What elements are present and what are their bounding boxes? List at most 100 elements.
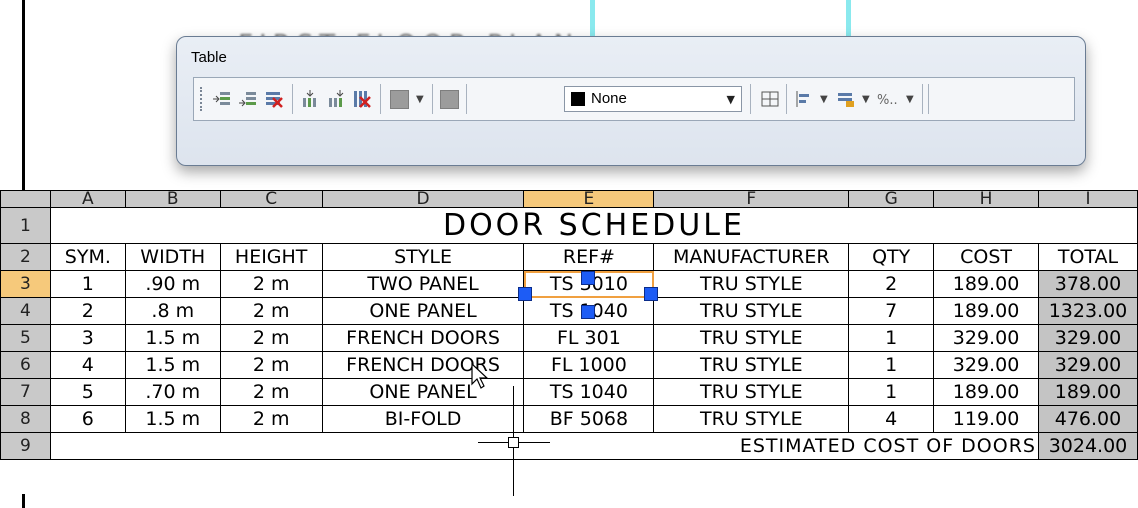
table-toolbar-window[interactable]: Table ▼ None ▼ ▼ ▼ %.. ▼ — [176, 36, 1086, 166]
column-header-e[interactable]: E — [523, 190, 655, 208]
table-title[interactable]: DOOR SCHEDULE — [49, 207, 1138, 244]
table-cell[interactable]: 1 — [848, 378, 935, 406]
table-cell[interactable]: TRU STYLE — [653, 405, 850, 433]
cell-borders-icon[interactable] — [760, 89, 780, 109]
header-cell[interactable]: STYLE — [321, 243, 525, 271]
table-cell[interactable]: TS 1040 — [523, 378, 655, 406]
merge-cells-icon[interactable] — [390, 90, 409, 109]
table-cell[interactable]: 189.00 — [933, 297, 1039, 325]
table-cell[interactable]: .90 m — [124, 270, 221, 298]
table-cell[interactable]: TRU STYLE — [653, 324, 850, 352]
corner-cell[interactable] — [0, 190, 51, 208]
table-cell[interactable]: 2 m — [219, 378, 323, 406]
row-number[interactable]: 7 — [0, 378, 51, 406]
toolbar-grip[interactable] — [200, 87, 204, 111]
estimated-cost-total[interactable]: 3024.00 — [1037, 432, 1138, 460]
cell-style-icon[interactable] — [440, 90, 459, 109]
table-cell[interactable]: 2 m — [219, 351, 323, 379]
column-header-b[interactable]: B — [124, 190, 221, 208]
table-cell[interactable]: 1 — [848, 324, 935, 352]
insert-column-right-icon[interactable] — [326, 89, 346, 109]
table-cell[interactable]: 2 m — [219, 270, 323, 298]
alignment-dropdown-icon[interactable]: ▼ — [820, 94, 828, 105]
cell-grip-top[interactable] — [581, 271, 595, 285]
cell-grip-right[interactable] — [644, 287, 658, 301]
cell-grip-left[interactable] — [518, 287, 532, 301]
column-header-h[interactable]: H — [933, 190, 1039, 208]
table-cell[interactable]: 2 m — [219, 324, 323, 352]
table-cell[interactable]: 3 — [49, 324, 126, 352]
chevron-down-icon[interactable]: ▼ — [727, 93, 735, 106]
header-cell[interactable]: TOTAL — [1037, 243, 1138, 271]
table-cell[interactable]: FL 1000 — [523, 351, 655, 379]
table-cell[interactable]: 119.00 — [933, 405, 1039, 433]
table-cell[interactable]: 1.5 m — [124, 324, 221, 352]
table-cell[interactable]: 6 — [49, 405, 126, 433]
row-number[interactable]: 3 — [0, 270, 51, 298]
row-number[interactable]: 9 — [0, 432, 51, 460]
table-cell[interactable]: 1.5 m — [124, 351, 221, 379]
table-cell[interactable]: TWO PANEL — [321, 270, 525, 298]
row-number[interactable]: 5 — [0, 324, 51, 352]
table-cell[interactable]: BI-FOLD — [321, 405, 525, 433]
table-cell[interactable]: 1.5 m — [124, 405, 221, 433]
locking-dropdown-icon[interactable]: ▼ — [862, 94, 870, 105]
table-cell[interactable]: 329.00 — [933, 324, 1039, 352]
insert-column-left-icon[interactable] — [300, 89, 320, 109]
table-cell[interactable]: 2 — [848, 270, 935, 298]
table-cell[interactable]: FL 301 — [523, 324, 655, 352]
table-cell[interactable]: 2 m — [219, 297, 323, 325]
header-cell[interactable]: HEIGHT — [219, 243, 323, 271]
table-cell[interactable]: 5 — [49, 378, 126, 406]
column-header-a[interactable]: A — [49, 190, 126, 208]
table-cell[interactable]: 1 — [848, 351, 935, 379]
door-schedule-table[interactable]: A B C D E F G H I 1 DOOR SCHEDULE 2 SYM.… — [0, 190, 1138, 460]
total-cell[interactable]: 476.00 — [1037, 405, 1138, 433]
total-cell[interactable]: 329.00 — [1037, 351, 1138, 379]
row-number[interactable]: 4 — [0, 297, 51, 325]
delete-row-icon[interactable] — [264, 89, 284, 109]
table-cell[interactable]: 2 — [49, 297, 126, 325]
table-cell[interactable]: TRU STYLE — [653, 297, 850, 325]
alignment-icon[interactable] — [794, 89, 814, 109]
table-cell[interactable]: 2 m — [219, 405, 323, 433]
table-cell[interactable]: .8 m — [124, 297, 221, 325]
column-header-g[interactable]: G — [848, 190, 935, 208]
total-cell[interactable]: 189.00 — [1037, 378, 1138, 406]
table-cell[interactable]: 1 — [49, 270, 126, 298]
insert-row-below-icon[interactable] — [238, 89, 258, 109]
table-cell[interactable]: 329.00 — [933, 351, 1039, 379]
column-header-c[interactable]: C — [219, 190, 323, 208]
locking-icon[interactable] — [836, 89, 856, 109]
row-number[interactable]: 6 — [0, 351, 51, 379]
table-cell[interactable]: 7 — [848, 297, 935, 325]
table-cell[interactable]: TRU STYLE — [653, 378, 850, 406]
row-number[interactable]: 8 — [0, 405, 51, 433]
table-cell[interactable]: BF 5068 — [523, 405, 655, 433]
data-format-icon[interactable]: %.. — [876, 89, 904, 109]
column-header-d[interactable]: D — [321, 190, 525, 208]
table-cell[interactable]: 4 — [49, 351, 126, 379]
table-cell[interactable]: .70 m — [124, 378, 221, 406]
delete-column-icon[interactable] — [352, 89, 372, 109]
table-cell[interactable]: ONE PANEL — [321, 297, 525, 325]
header-cell[interactable]: REF# — [523, 243, 655, 271]
table-cell[interactable]: FRENCH DOORS — [321, 324, 525, 352]
table-cell[interactable]: 4 — [848, 405, 935, 433]
table-cell[interactable]: ONE PANEL — [321, 378, 525, 406]
cell-background-color-select[interactable]: None ▼ — [564, 86, 742, 112]
table-cell[interactable]: 189.00 — [933, 378, 1039, 406]
total-cell[interactable]: 1323.00 — [1037, 297, 1138, 325]
table-cell[interactable]: FRENCH DOORS — [321, 351, 525, 379]
data-format-dropdown-icon[interactable]: ▼ — [906, 94, 914, 105]
cell-grip-bottom[interactable] — [581, 305, 595, 319]
total-cell[interactable]: 329.00 — [1037, 324, 1138, 352]
header-cell[interactable]: COST — [933, 243, 1039, 271]
header-cell[interactable]: WIDTH — [124, 243, 221, 271]
header-cell[interactable]: SYM. — [49, 243, 126, 271]
estimated-cost-label[interactable]: ESTIMATED COST OF DOORS — [49, 432, 1039, 460]
column-header-i[interactable]: I — [1037, 190, 1138, 208]
header-cell[interactable]: MANUFACTURER — [653, 243, 850, 271]
header-cell[interactable]: QTY — [848, 243, 935, 271]
row-number[interactable]: 1 — [0, 207, 51, 244]
